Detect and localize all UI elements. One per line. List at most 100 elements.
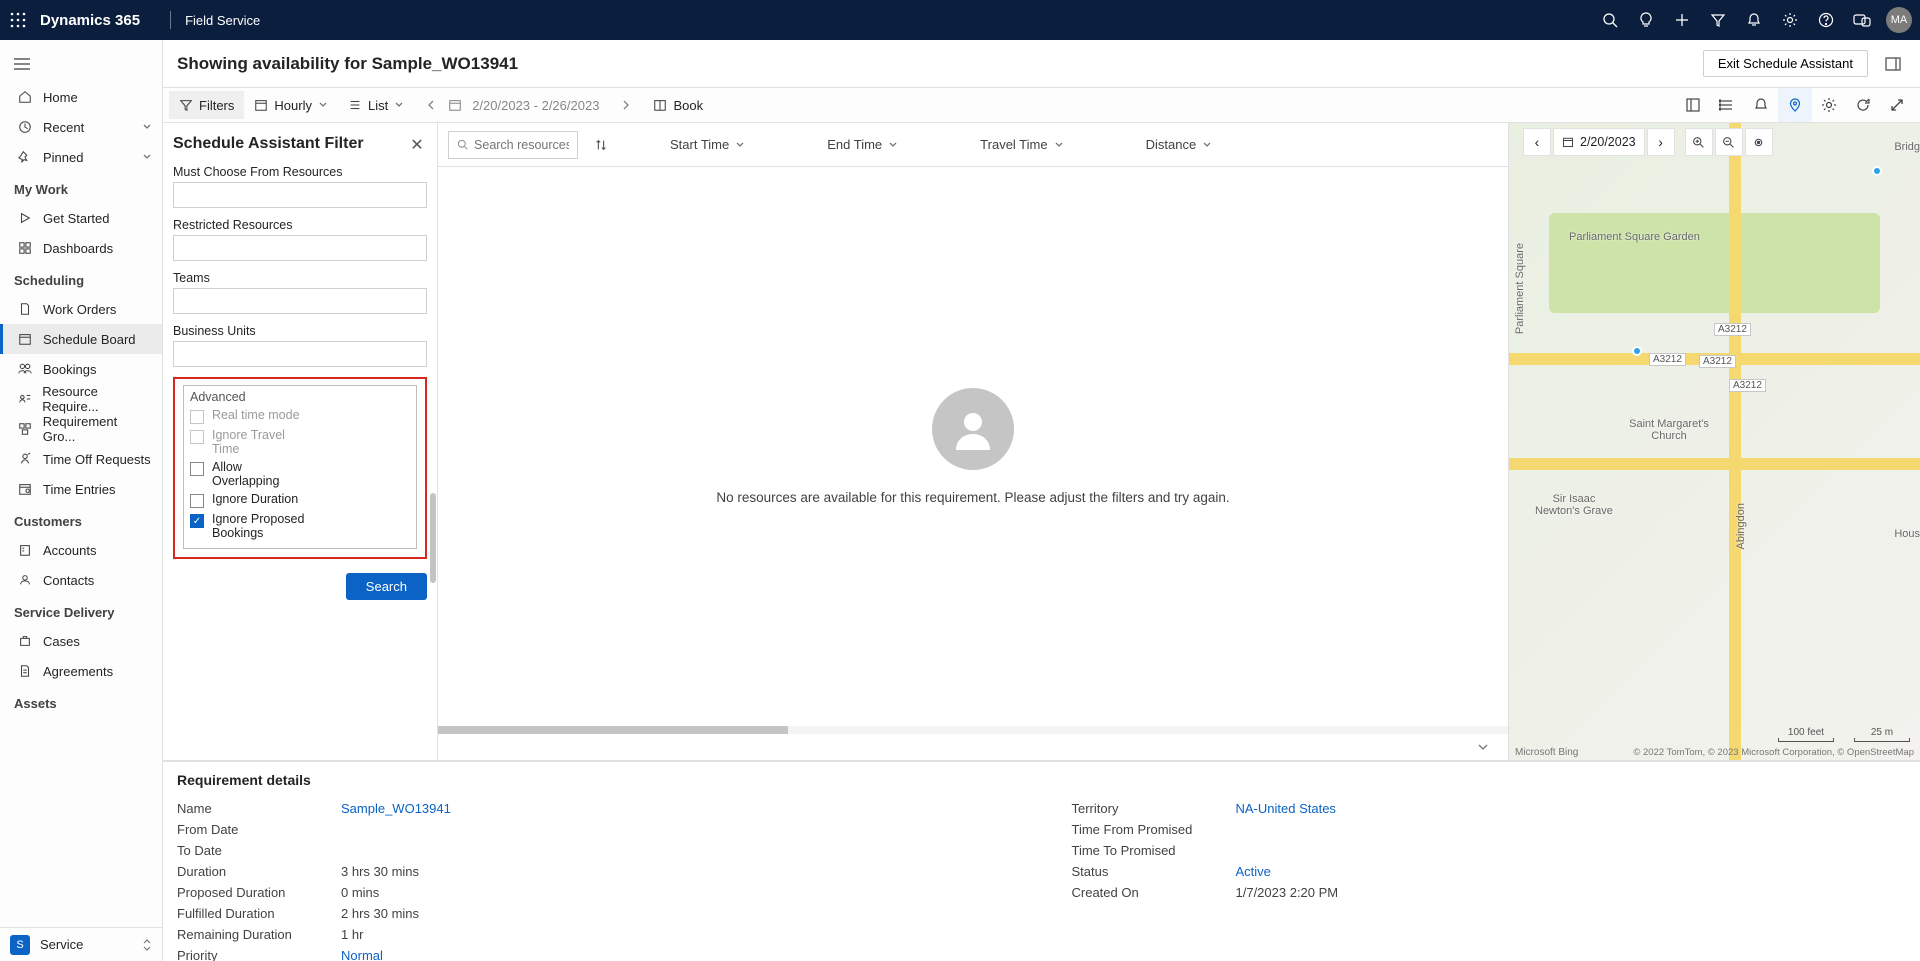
column-travel-time[interactable]: Travel Time <box>980 137 1063 152</box>
clock-icon <box>17 119 33 135</box>
nav-dashboards[interactable]: Dashboards <box>0 233 162 263</box>
toolbar-alert-icon[interactable] <box>1744 88 1778 122</box>
updown-icon <box>142 938 152 952</box>
nav-cases[interactable]: Cases <box>0 626 162 656</box>
toolbar-refresh-icon[interactable] <box>1846 88 1880 122</box>
no-results-message: No resources are available for this requ… <box>716 490 1229 505</box>
nav-label: Requirement Gro... <box>43 414 152 444</box>
user-avatar[interactable]: MA <box>1886 7 1912 33</box>
horizontal-scrollbar[interactable] <box>438 726 1508 734</box>
bell-icon[interactable] <box>1736 0 1772 40</box>
filter-icon[interactable] <box>1700 0 1736 40</box>
nav-label: Dashboards <box>43 241 113 256</box>
map-next-button[interactable]: › <box>1647 128 1675 156</box>
assistant-icon[interactable] <box>1844 0 1880 40</box>
switcher-badge: S <box>10 935 30 955</box>
map-prev-button[interactable]: ‹ <box>1523 128 1551 156</box>
next-range-button[interactable] <box>609 88 643 122</box>
nav-home[interactable]: Home <box>0 82 162 112</box>
nav-requirement-groups[interactable]: Requirement Gro... <box>0 414 162 444</box>
detail-value[interactable]: Active <box>1236 864 1271 879</box>
search-icon <box>457 138 468 151</box>
toolbar-list2-icon[interactable] <box>1710 88 1744 122</box>
detail-value[interactable]: Sample_WO13941 <box>341 801 451 816</box>
checkbox-ignore-proposed[interactable]: ✓Ignore Proposed Bookings <box>190 512 410 540</box>
scrollbar-thumb[interactable] <box>430 493 436 583</box>
map-locate-button[interactable] <box>1745 128 1773 156</box>
chevron-down-icon <box>1054 140 1064 150</box>
checkbox-allow-overlapping[interactable]: Allow Overlapping <box>190 460 410 488</box>
map-date-picker[interactable]: 2/20/2023 <box>1553 128 1645 156</box>
collapse-chevron-icon[interactable] <box>1476 742 1490 752</box>
checkbox-ignore-duration[interactable]: Ignore Duration <box>190 492 410 508</box>
nav-accounts[interactable]: Accounts <box>0 535 162 565</box>
toolbar-filters-button[interactable]: Filters <box>169 91 244 119</box>
details-title: Requirement details <box>177 772 1906 788</box>
toolbar-book-button[interactable]: Book <box>643 91 713 119</box>
nav-label: Bookings <box>43 362 96 377</box>
detail-value[interactable]: NA-United States <box>1236 801 1336 816</box>
detail-row: To Date <box>177 840 1012 861</box>
nav-agreements[interactable]: Agreements <box>0 656 162 686</box>
column-start-time[interactable]: Start Time <box>670 137 745 152</box>
nav-get-started[interactable]: Get Started <box>0 203 162 233</box>
nav-label: Resource Require... <box>42 384 152 414</box>
book-icon <box>653 98 667 112</box>
detail-row: Fulfilled Duration2 hrs 30 mins <box>177 903 1012 924</box>
toolbar-map-icon[interactable] <box>1778 88 1812 122</box>
advanced-legend: Advanced <box>190 390 410 404</box>
toolbar-list-button[interactable]: List <box>338 91 414 119</box>
gear-icon[interactable] <box>1772 0 1808 40</box>
teams-input[interactable] <box>173 288 427 314</box>
toolbar-hourly-button[interactable]: Hourly <box>244 91 338 119</box>
toolbar-legend-icon[interactable] <box>1676 88 1710 122</box>
sidebar-hamburger-icon[interactable] <box>4 46 40 82</box>
plus-icon[interactable] <box>1664 0 1700 40</box>
home-icon <box>17 89 33 105</box>
area-switcher[interactable]: S Service <box>0 927 162 961</box>
nav-schedule-board[interactable]: Schedule Board <box>0 324 162 354</box>
brand-name: Dynamics 365 <box>40 12 140 29</box>
must-choose-input[interactable] <box>173 182 427 208</box>
lightbulb-icon[interactable] <box>1628 0 1664 40</box>
nav-resource-requirements[interactable]: Resource Require... <box>0 384 162 414</box>
detail-value[interactable]: Normal <box>341 948 383 961</box>
list-icon <box>348 98 362 112</box>
resource-search-input[interactable] <box>448 131 578 159</box>
detail-label: Remaining Duration <box>177 927 341 942</box>
map-panel[interactable]: Parliament Square Parliament Square Gard… <box>1508 123 1920 760</box>
map-label: Hous <box>1894 528 1920 540</box>
help-icon[interactable] <box>1808 0 1844 40</box>
checkbox-ignore-travel: Ignore Travel Time <box>190 428 410 456</box>
no-results-person-icon <box>932 388 1014 470</box>
nav-time-off-requests[interactable]: Time Off Requests <box>0 444 162 474</box>
search-button[interactable]: Search <box>346 573 427 600</box>
map-zoom-in-button[interactable] <box>1685 128 1713 156</box>
panel-toggle-icon[interactable] <box>1880 51 1906 77</box>
road-tag: A3212 <box>1699 355 1736 368</box>
filter-close-icon[interactable]: ✕ <box>407 135 427 155</box>
sort-toggle-icon[interactable] <box>594 138 608 152</box>
column-distance[interactable]: Distance <box>1146 137 1213 152</box>
prev-range-button[interactable] <box>414 88 448 122</box>
hourly-icon <box>254 98 268 112</box>
toolbar-expand-icon[interactable] <box>1880 88 1914 122</box>
detail-value: 3 hrs 30 mins <box>341 864 419 879</box>
nav-work-orders[interactable]: Work Orders <box>0 294 162 324</box>
nav-contacts[interactable]: Contacts <box>0 565 162 595</box>
nav-bookings[interactable]: Bookings <box>0 354 162 384</box>
map-zoom-out-button[interactable] <box>1715 128 1743 156</box>
toolbar-gear-icon[interactable] <box>1812 88 1846 122</box>
business-units-input[interactable] <box>173 341 427 367</box>
road-tag: A3212 <box>1729 379 1766 392</box>
exit-schedule-assistant-button[interactable]: Exit Schedule Assistant <box>1703 50 1868 77</box>
app-launcher-icon[interactable] <box>8 10 28 30</box>
search-icon[interactable] <box>1592 0 1628 40</box>
date-range[interactable]: 2/20/2023 - 2/26/2023 <box>462 98 609 113</box>
restricted-input[interactable] <box>173 235 427 261</box>
nav-time-entries[interactable]: Time Entries <box>0 474 162 504</box>
nav-pinned[interactable]: Pinned <box>0 142 162 172</box>
nav-recent[interactable]: Recent <box>0 112 162 142</box>
detail-label: Time To Promised <box>1072 843 1236 858</box>
column-end-time[interactable]: End Time <box>827 137 898 152</box>
